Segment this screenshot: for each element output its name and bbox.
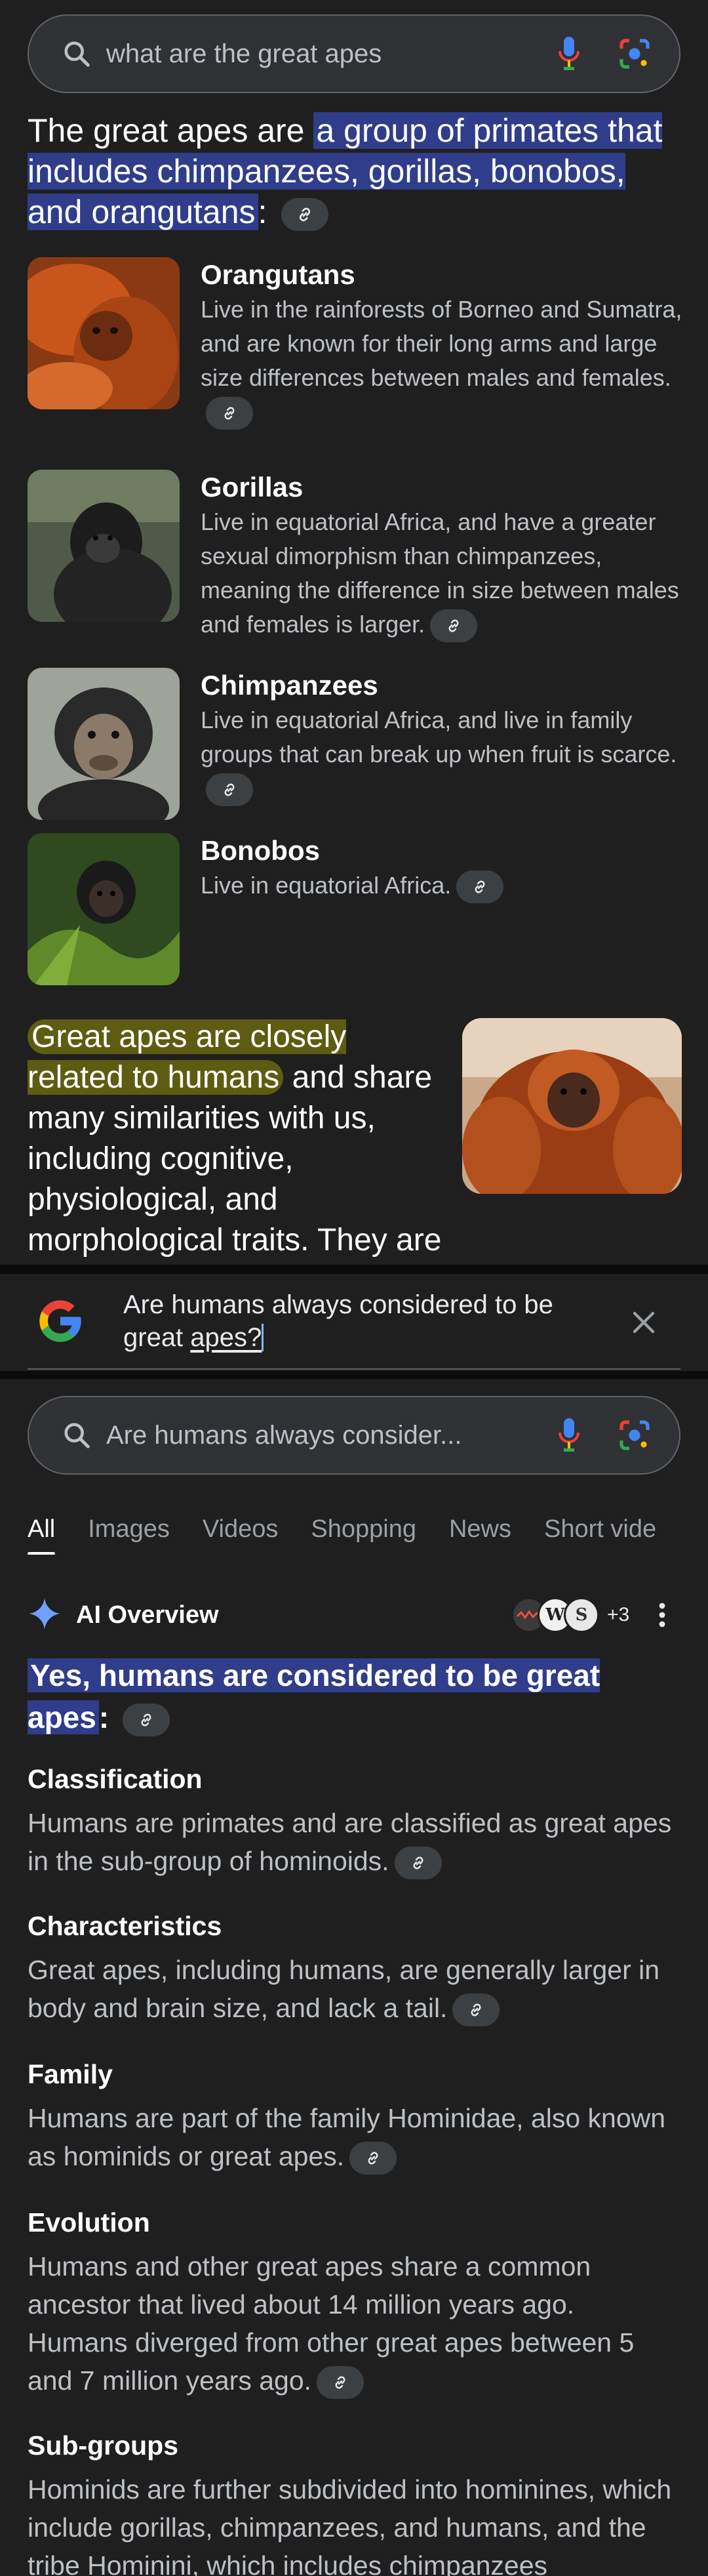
google-logo-icon <box>35 1296 85 1346</box>
ape-description: Live in the rainforests of Borneo and Su… <box>201 293 683 430</box>
ape-item-bonobos[interactable]: Bonobos Live in equatorial Africa. <box>28 833 683 985</box>
link-icon[interactable] <box>456 870 504 904</box>
link-icon[interactable] <box>349 2142 397 2175</box>
tab-videos[interactable]: Videos <box>203 1515 279 1555</box>
followup-query-input[interactable]: Are humans always considered to be great… <box>123 1288 595 1354</box>
search-tabs: All Images Videos Shopping News Short vi… <box>28 1515 708 1555</box>
bonobo-image <box>28 833 180 985</box>
input-underline <box>28 1368 680 1370</box>
lens-icon[interactable] <box>615 1396 654 1475</box>
section-text: Hominids are further subdivided into hom… <box>28 2474 672 2576</box>
section-divider <box>0 1371 708 1379</box>
text-cursor <box>262 1324 264 1351</box>
ape-description: Live in equatorial Africa, and have a gr… <box>201 505 683 643</box>
section-heading: Characteristics <box>28 1911 222 1941</box>
section-sub-groups: Sub-groups Hominids are further subdivid… <box>28 2427 680 2576</box>
microphone-icon[interactable] <box>549 14 589 93</box>
tab-all[interactable]: All <box>28 1515 56 1555</box>
link-icon[interactable] <box>317 2366 364 2400</box>
ai-answer: Yes, humans are considered to be great a… <box>28 1654 680 1738</box>
link-icon[interactable] <box>281 197 329 231</box>
tab-shopping[interactable]: Shopping <box>311 1515 416 1555</box>
ape-item-orangutans[interactable]: Orangutans Live in the rainforests of Bo… <box>28 257 683 430</box>
search-bar[interactable]: what are the great apes <box>28 14 680 93</box>
search-icon <box>47 14 106 93</box>
section-family: Family Humans are part of the family Hom… <box>28 2056 680 2175</box>
ape-name: Bonobos <box>201 835 320 866</box>
ape-name: Orangutans <box>201 259 355 290</box>
intro-paragraph: The great apes are a group of primates t… <box>28 110 680 232</box>
followup-query-panel[interactable]: Are humans always considered to be great… <box>0 1274 708 1371</box>
search-input[interactable]: what are the great apes <box>106 39 549 69</box>
source-count: +3 <box>607 1604 630 1625</box>
section-text: Great apes, including humans, are genera… <box>28 1951 680 2027</box>
answer-highlight: Yes, humans are considered to be great a… <box>28 1658 600 1734</box>
link-icon[interactable] <box>206 397 253 430</box>
section-heading: Evolution <box>28 2207 150 2238</box>
sparkle-icon <box>28 1597 62 1634</box>
ape-name: Gorillas <box>201 472 304 502</box>
intro-prefix: The great apes are <box>28 112 314 149</box>
section-divider <box>0 1265 708 1274</box>
section-characteristics: Characteristics Great apes, including hu… <box>28 1908 680 2027</box>
gorilla-image <box>28 470 180 622</box>
section-heading: Family <box>28 2059 113 2089</box>
ape-description: Live in equatorial Africa. <box>201 869 683 904</box>
more-options-icon[interactable] <box>657 1599 667 1631</box>
search-bar-results[interactable]: Are humans always consider... <box>28 1396 680 1475</box>
section-text: Humans and other great apes share a comm… <box>28 2247 680 2400</box>
link-icon[interactable] <box>452 1993 500 2027</box>
section-text: Humans are primates and are classified a… <box>28 1804 680 1880</box>
tab-images[interactable]: Images <box>88 1515 170 1555</box>
ape-item-gorillas[interactable]: Gorillas Live in equatorial Africa, and … <box>28 470 683 643</box>
tab-short-videos[interactable]: Short vide <box>544 1515 656 1555</box>
ape-item-chimpanzees[interactable]: Chimpanzees Live in equatorial Africa, a… <box>28 668 683 820</box>
chimpanzee-image <box>28 668 180 820</box>
intro-suffix: : <box>258 194 267 230</box>
section-heading: Sub-groups <box>28 2430 179 2461</box>
link-icon[interactable] <box>430 609 478 643</box>
ape-name: Chimpanzees <box>201 670 378 701</box>
search-input[interactable]: Are humans always consider... <box>106 1421 549 1450</box>
tab-news[interactable]: News <box>449 1515 511 1555</box>
ai-overview-title: AI Overview <box>76 1601 219 1629</box>
ai-overview-header: AI Overview W S +3 <box>28 1595 683 1635</box>
link-icon[interactable] <box>394 1847 442 1880</box>
search-icon <box>47 1396 106 1475</box>
source-avatars[interactable]: W S +3 <box>511 1595 629 1635</box>
link-icon[interactable] <box>122 1703 170 1736</box>
section-evolution: Evolution Humans and other great apes sh… <box>28 2204 680 2400</box>
microphone-icon[interactable] <box>549 1396 589 1475</box>
section-text: Humans are part of the family Hominidae,… <box>28 2099 680 2175</box>
close-icon[interactable] <box>628 1307 659 1338</box>
ape-description: Live in equatorial Africa, and live in f… <box>201 703 683 807</box>
smithsonian-icon: S <box>564 1597 599 1633</box>
section-heading: Classification <box>28 1764 203 1794</box>
section-classification: Classification Humans are primates and a… <box>28 1761 680 1880</box>
orangutan-image <box>28 257 180 409</box>
orangutan-photo[interactable] <box>462 1018 682 1194</box>
lens-icon[interactable] <box>615 14 654 93</box>
link-icon[interactable] <box>206 773 253 807</box>
